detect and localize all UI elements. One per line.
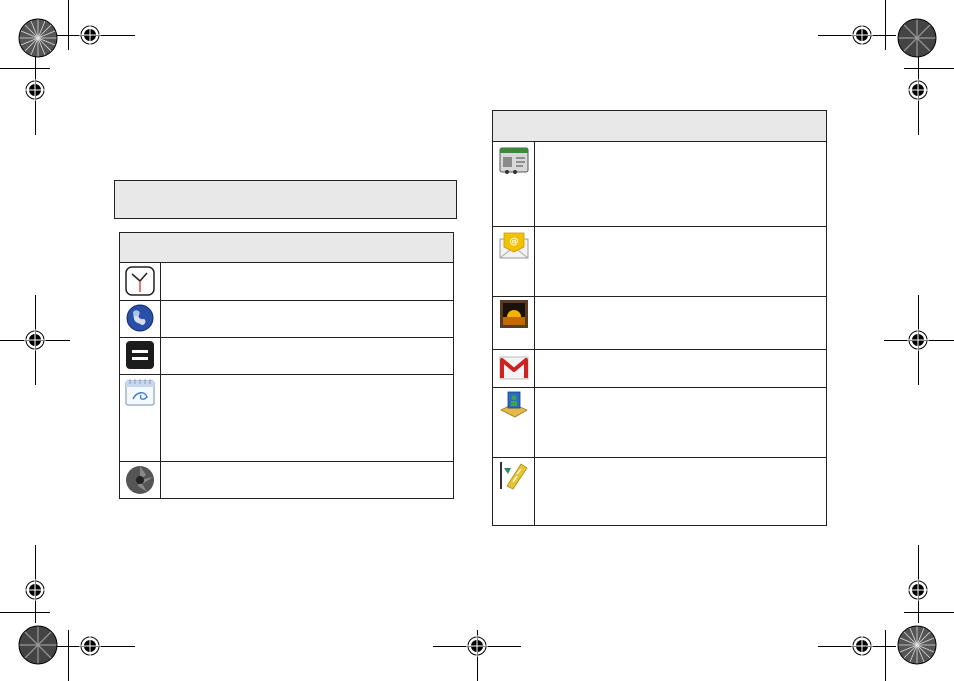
clock-icon [125, 266, 155, 296]
right-icon-table: @ [492, 110, 827, 526]
table-row [493, 387, 826, 458]
left-icon-table [119, 232, 454, 499]
note-box [114, 180, 457, 219]
table-header [493, 111, 826, 142]
registration-mark-icon [24, 329, 46, 351]
registration-mark-icon [79, 635, 101, 657]
table-row [120, 374, 453, 462]
svg-text:@: @ [510, 237, 519, 247]
table-row [493, 457, 826, 526]
calendar-icon [125, 379, 155, 406]
color-rosette-icon [18, 625, 58, 665]
camera-aperture-icon [126, 466, 154, 494]
table-row [493, 349, 826, 388]
gallery-icon [500, 300, 528, 328]
globe-icon [126, 304, 154, 332]
email-icon: @ [499, 232, 529, 259]
registration-mark-icon [851, 635, 873, 657]
registration-mark-icon [466, 635, 488, 657]
registration-mark-icon [907, 79, 929, 101]
table-row [120, 461, 453, 499]
registration-mark-icon [851, 24, 873, 46]
table-row [120, 300, 453, 338]
table-row [493, 296, 826, 350]
color-rosette-icon [897, 18, 937, 58]
registration-mark-icon [79, 24, 101, 46]
table-row [120, 337, 453, 375]
menu-bars-icon [126, 341, 154, 369]
latitude-map-icon [500, 391, 528, 418]
registration-mark-icon [24, 579, 46, 601]
navigation-icon [500, 462, 528, 490]
table-header [120, 233, 453, 263]
table-row [493, 142, 826, 227]
car-home-icon [499, 147, 529, 174]
table-row [120, 263, 453, 301]
table-row: @ [493, 226, 826, 297]
registration-mark-icon [907, 579, 929, 601]
registration-mark-icon [907, 329, 929, 351]
registration-mark-icon [24, 79, 46, 101]
gmail-icon [499, 356, 529, 380]
color-rosette-icon [897, 625, 937, 665]
color-rosette-icon [18, 18, 58, 58]
